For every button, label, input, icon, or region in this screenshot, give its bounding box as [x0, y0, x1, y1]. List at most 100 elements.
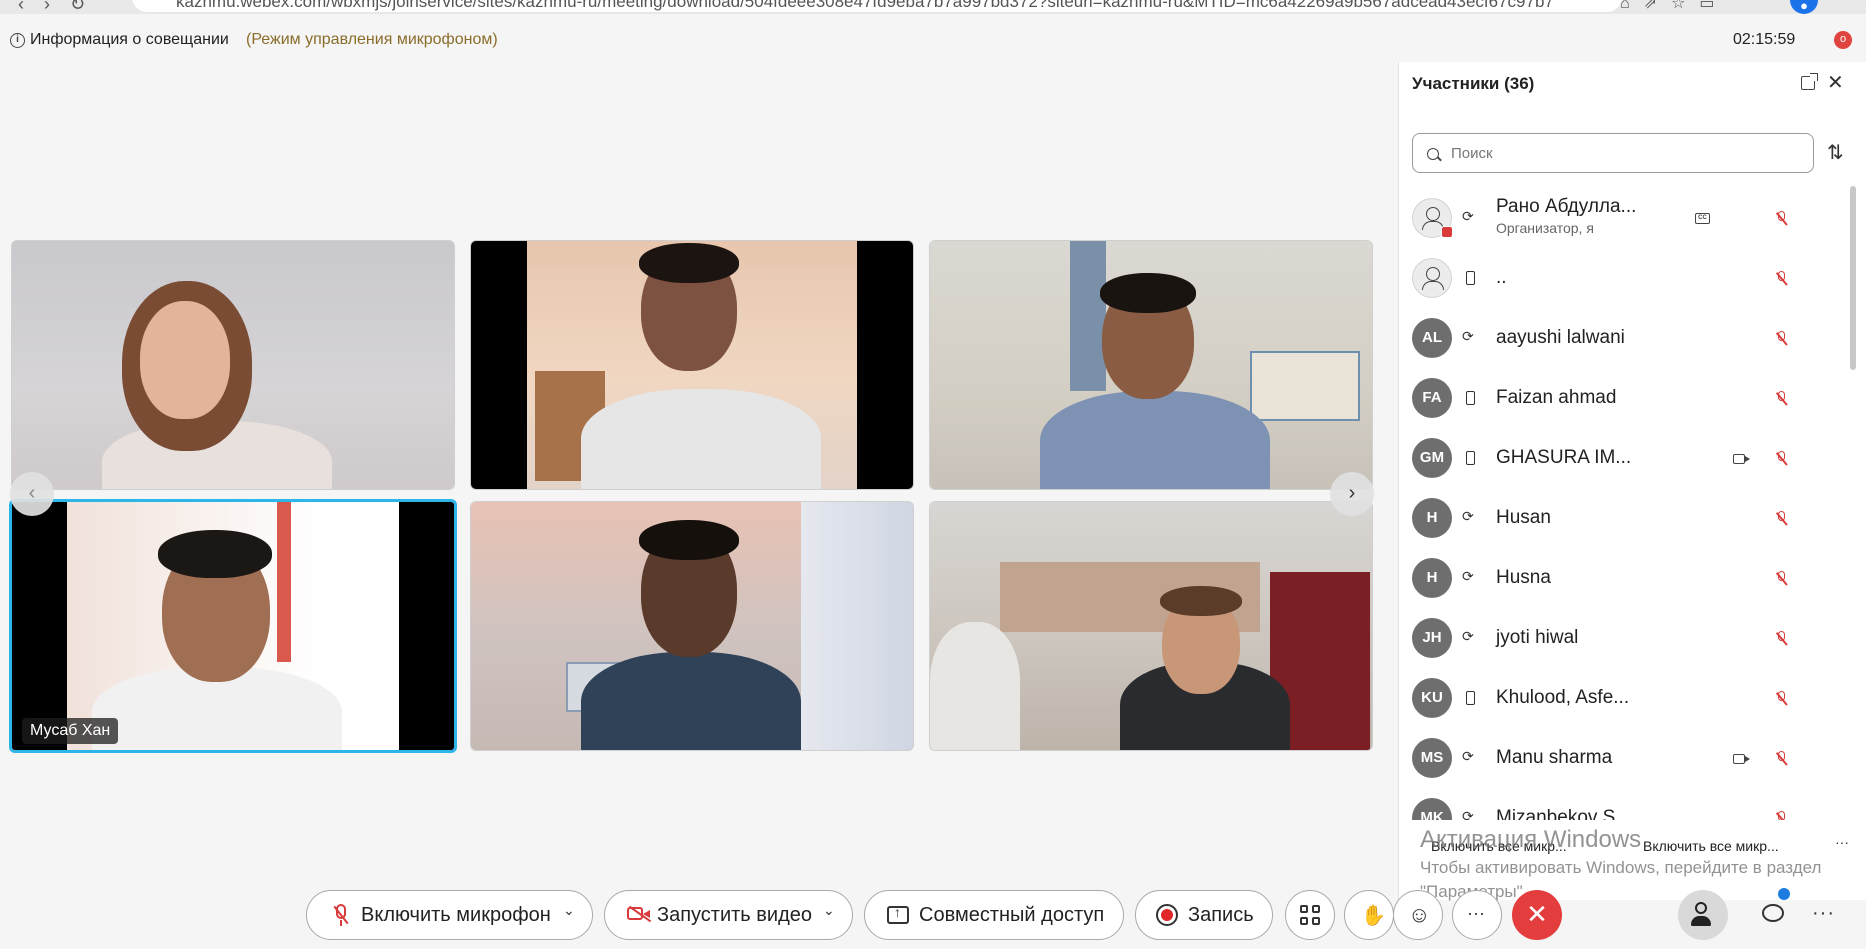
close-icon[interactable]: ✕	[1827, 70, 1844, 95]
browser-toolbar: ‹›↻ kazhmu.webex.com/wbxmjs/joinservice/…	[0, 0, 1866, 14]
chat-icon	[1762, 904, 1784, 922]
sort-icon[interactable]: ⇅	[1827, 140, 1844, 165]
computer-audio-icon: ⟳	[1462, 748, 1474, 764]
participants-button[interactable]	[1678, 890, 1728, 940]
share-label: Совместный доступ	[919, 904, 1105, 926]
participants-panel: Участники (36) ✕ ⇅ ⟳ Рано Абдулла... Орган…	[1398, 62, 1866, 900]
video-tile-3[interactable]	[929, 240, 1373, 490]
participant-row[interactable]: ⟳ Рано Абдулла... Организатор, я CC	[1399, 188, 1851, 248]
video-tile-6[interactable]	[929, 501, 1373, 751]
participant-row[interactable]: H ⟳ Husan	[1399, 488, 1851, 548]
participant-avatar: MS	[1412, 738, 1452, 778]
participant-row[interactable]: ..	[1399, 248, 1851, 308]
participants-search[interactable]	[1412, 133, 1814, 173]
participant-silhouette	[581, 652, 801, 750]
participant-avatar: MK	[1412, 798, 1452, 820]
chevron-down-icon[interactable]: ⌄	[563, 902, 575, 919]
watermark-line-1: Чтобы активировать Windows, перейдите в …	[1420, 858, 1822, 877]
user-icon	[1412, 258, 1452, 298]
smiley-icon: ☺	[1408, 902, 1431, 927]
participant-name: Faizan ahmad	[1496, 387, 1617, 408]
participant-row[interactable]: H ⟳ Husna	[1399, 548, 1851, 608]
video-camera-icon	[1733, 454, 1750, 464]
record-button[interactable]: Запись	[1135, 890, 1273, 940]
participant-row[interactable]: JH ⟳ jyoti hiwal	[1399, 608, 1851, 668]
participant-row[interactable]: FA Faizan ahmad	[1399, 368, 1851, 428]
wall-poster	[1070, 241, 1106, 391]
profile-avatar-icon[interactable]: ●	[1790, 0, 1818, 14]
mic-muted-icon	[333, 904, 349, 926]
video-tile-1[interactable]	[11, 240, 455, 490]
previous-page-icon[interactable]: ‹	[10, 472, 54, 516]
meeting-info-link[interactable]: Информация о совещании	[30, 31, 229, 49]
mic-muted-icon[interactable]	[1776, 751, 1788, 766]
participant-row[interactable]: KU Khulood, Asfe...	[1399, 668, 1851, 728]
more-options-icon[interactable]: ···	[1812, 902, 1835, 925]
video-tile-4-active[interactable]: Мусаб Хан	[9, 499, 457, 753]
search-input[interactable]	[1451, 142, 1801, 164]
mic-muted-icon[interactable]	[1776, 271, 1788, 286]
mobile-device-icon	[1466, 271, 1475, 285]
participant-row[interactable]: GM GHASURA IM...	[1399, 428, 1851, 488]
chevron-down-icon[interactable]: ⌄	[823, 902, 835, 919]
participant-name: Khulood, Asfe...	[1496, 687, 1630, 708]
popout-icon[interactable]	[1801, 73, 1818, 90]
mobile-device-icon	[1466, 451, 1475, 465]
computer-audio-icon: ⟳	[1462, 568, 1474, 584]
unmute-button[interactable]: Включить микрофон ⌄	[306, 890, 593, 940]
video-tile-2[interactable]	[470, 240, 914, 490]
mic-muted-icon[interactable]	[1776, 571, 1788, 586]
participant-name: ..	[1496, 267, 1507, 288]
start-video-button[interactable]: Запустить видео ⌄	[604, 890, 853, 940]
more-button[interactable]: ···	[1452, 890, 1502, 940]
mobile-device-icon	[1466, 691, 1475, 705]
reactions-button[interactable]: ☺	[1393, 890, 1443, 940]
share-button[interactable]: Совместный доступ	[864, 890, 1124, 940]
video-name-tag: Мусаб Хан	[22, 718, 119, 744]
watermark-title: Активация Windows	[1420, 826, 1642, 853]
mic-muted-icon[interactable]	[1776, 451, 1788, 466]
raise-hand-button[interactable]: ✋	[1344, 890, 1394, 940]
computer-audio-icon: ⟳	[1462, 208, 1474, 224]
participant-silhouette	[581, 389, 821, 489]
browser-action-icons[interactable]: ⌂⇗☆▭	[1620, 0, 1729, 13]
hand-icon: ✋	[1361, 905, 1386, 927]
participant-role: Организатор, я	[1496, 220, 1594, 236]
mic-muted-icon[interactable]	[1776, 631, 1788, 646]
browser-nav-icons[interactable]: ‹›↻	[18, 0, 105, 14]
participant-row[interactable]: MK ⟳ Mizanbekov S	[1399, 788, 1851, 820]
mic-muted-icon[interactable]	[1776, 391, 1788, 406]
more-options-icon[interactable]: ···	[1835, 834, 1849, 850]
next-page-icon[interactable]: ›	[1330, 472, 1374, 516]
more-options-icon: ···	[1467, 903, 1485, 923]
mic-muted-icon[interactable]	[1776, 511, 1788, 526]
mic-muted-icon[interactable]	[1776, 811, 1788, 820]
video-camera-icon	[1733, 754, 1750, 764]
mic-muted-icon[interactable]	[1776, 211, 1788, 226]
unmute-all-secondary-button[interactable]: Включить все микр...	[1643, 838, 1779, 854]
mic-muted-icon[interactable]	[1776, 331, 1788, 346]
recording-indicator-icon: o	[1834, 31, 1852, 49]
participant-row[interactable]: MS ⟳ Manu sharma	[1399, 728, 1851, 788]
participant-row[interactable]: AL ⟳ aayushi lalwani	[1399, 308, 1851, 368]
info-icon[interactable]: i	[10, 33, 25, 48]
mic-muted-icon[interactable]	[1776, 691, 1788, 706]
letterbox-left	[471, 241, 527, 489]
computer-audio-icon: ⟳	[1462, 508, 1474, 524]
mobile-device-icon	[1466, 391, 1475, 405]
curtain	[277, 502, 291, 662]
participants-scrollbar[interactable]	[1850, 186, 1856, 370]
start-video-label: Запустить видео	[657, 904, 812, 926]
chat-button[interactable]	[1748, 890, 1798, 940]
end-call-button[interactable]: ✕	[1512, 890, 1562, 940]
participant-hair	[1160, 586, 1242, 616]
participant-hair	[1100, 273, 1196, 313]
mic-control-mode-label: (Режим управления микрофоном)	[246, 31, 498, 48]
layout-button[interactable]	[1285, 890, 1335, 940]
participant-name: Manu sharma	[1496, 747, 1613, 768]
video-tile-5[interactable]	[470, 501, 914, 751]
address-url[interactable]: kazhmu.webex.com/wbxmjs/joinservice/site…	[176, 0, 1554, 12]
participant-hair	[639, 243, 739, 283]
participant-silhouette-left	[930, 622, 1020, 750]
record-label: Запись	[1188, 904, 1254, 926]
